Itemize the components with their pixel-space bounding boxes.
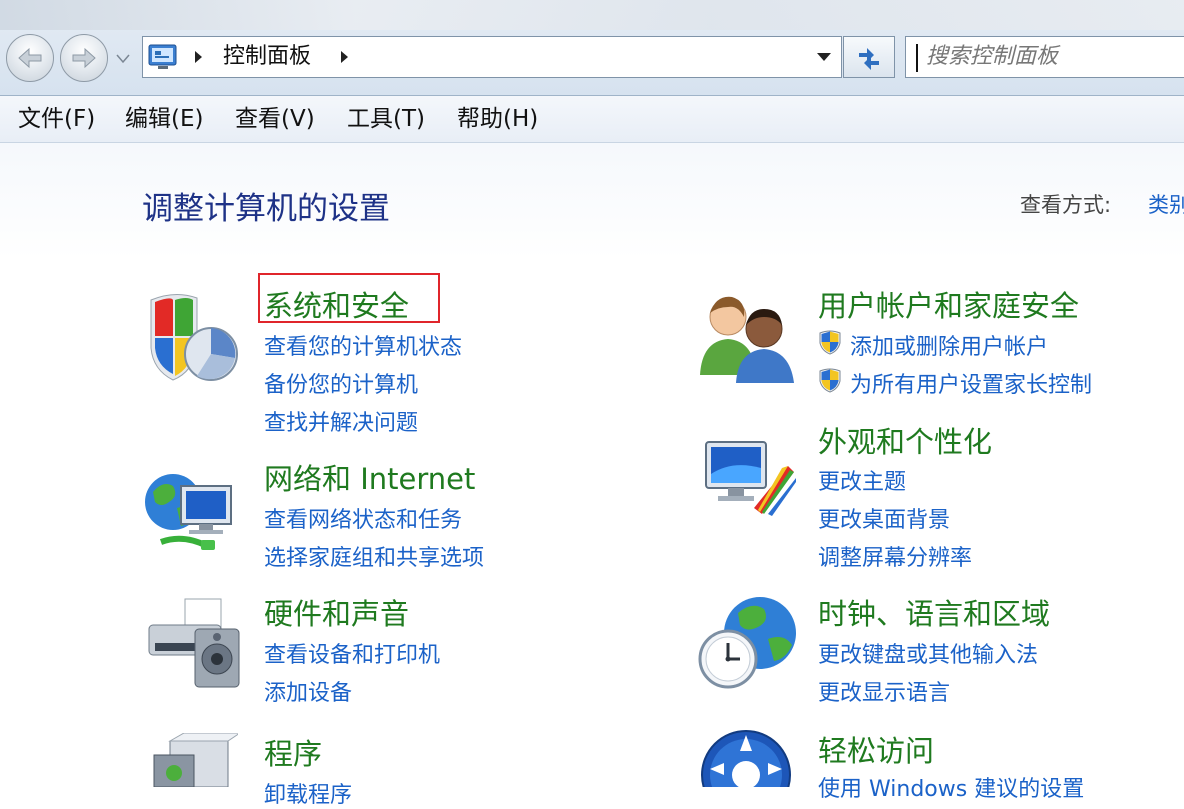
link-change-display-language[interactable]: 更改显示语言	[818, 675, 950, 707]
uac-shield-icon	[819, 330, 841, 355]
users-icon[interactable]	[698, 291, 798, 383]
link-homegroup-sharing[interactable]: 选择家庭组和共享选项	[264, 540, 484, 572]
address-history-dropdown-icon[interactable]	[817, 53, 831, 61]
ease-of-access-icon[interactable]	[700, 729, 792, 787]
link-add-device[interactable]: 添加设备	[264, 675, 352, 707]
breadcrumb-separator-icon[interactable]	[195, 51, 202, 63]
link-adjust-resolution[interactable]: 调整屏幕分辨率	[818, 540, 972, 572]
back-button[interactable]	[6, 34, 54, 82]
link-devices-printers[interactable]: 查看设备和打印机	[264, 637, 440, 669]
menu-tools[interactable]: 工具(T)	[347, 104, 425, 134]
control-panel-icon	[148, 44, 177, 69]
clock-globe-icon[interactable]	[698, 593, 798, 693]
link-parental-controls[interactable]: 为所有用户设置家长控制	[850, 367, 1092, 399]
category-programs[interactable]: 程序	[264, 731, 322, 773]
refresh-button[interactable]	[843, 36, 895, 78]
menu-bar: 文件(F) 编辑(E) 查看(V) 工具(T) 帮助(H)	[0, 96, 1184, 143]
forward-arrow-icon	[72, 47, 96, 69]
network-globe-icon[interactable]	[143, 468, 243, 560]
address-bar[interactable]: 控制面板	[142, 36, 842, 78]
link-view-computer-status[interactable]: 查看您的计算机状态	[264, 329, 462, 361]
address-toolbar: 控制面板 搜索控制面板	[0, 0, 1184, 96]
forward-button[interactable]	[60, 34, 108, 82]
text-cursor	[916, 44, 918, 72]
shield-icon[interactable]	[145, 288, 241, 384]
menu-file[interactable]: 文件(F)	[18, 104, 95, 134]
menu-help[interactable]: 帮助(H)	[457, 104, 538, 134]
window-title-strip	[0, 0, 1184, 30]
monitor-palette-icon[interactable]	[702, 438, 798, 518]
link-add-remove-user[interactable]: 添加或删除用户帐户	[850, 329, 1048, 361]
link-change-desktop-background[interactable]: 更改桌面背景	[818, 502, 950, 534]
refresh-icon	[859, 48, 879, 70]
category-system-security[interactable]: 系统和安全	[264, 283, 409, 325]
link-find-fix-problems[interactable]: 查找并解决问题	[264, 405, 418, 437]
link-uninstall-program[interactable]: 卸载程序	[264, 777, 352, 809]
category-hardware-sound[interactable]: 硬件和声音	[264, 591, 409, 633]
menu-edit[interactable]: 编辑(E)	[125, 104, 203, 134]
category-clock-language-region[interactable]: 时钟、语言和区域	[818, 591, 1050, 633]
page-title: 调整计算机的设置	[142, 191, 390, 227]
programs-box-icon[interactable]	[150, 733, 238, 787]
link-change-theme[interactable]: 更改主题	[818, 464, 906, 496]
recent-pages-dropdown-icon[interactable]	[115, 52, 131, 64]
view-by-dropdown[interactable]: 类别	[1148, 189, 1184, 219]
search-input[interactable]: 搜索控制面板	[926, 42, 1058, 72]
link-change-keyboard-input[interactable]: 更改键盘或其他输入法	[818, 637, 1038, 669]
search-box[interactable]: 搜索控制面板	[905, 36, 1184, 78]
menu-view[interactable]: 查看(V)	[235, 104, 315, 134]
link-backup-computer[interactable]: 备份您的计算机	[264, 367, 418, 399]
view-by-label: 查看方式:	[1020, 193, 1112, 217]
control-panel-content: 调整计算机的设置 查看方式: 类别 系统和安全 查看您的计算机状态 备份您的计算…	[0, 143, 1184, 808]
category-user-accounts[interactable]: 用户帐户和家庭安全	[818, 283, 1079, 325]
back-arrow-icon	[18, 47, 42, 69]
breadcrumb-separator-icon[interactable]	[341, 51, 348, 63]
category-ease-of-access[interactable]: 轻松访问	[818, 728, 934, 770]
category-appearance[interactable]: 外观和个性化	[818, 419, 992, 461]
uac-shield-icon	[819, 368, 841, 393]
breadcrumb-control-panel[interactable]: 控制面板	[223, 42, 311, 72]
category-network-internet[interactable]: 网络和 Internet	[264, 456, 475, 498]
link-network-status-tasks[interactable]: 查看网络状态和任务	[264, 502, 462, 534]
link-windows-recommended-settings[interactable]: 使用 Windows 建议的设置	[818, 771, 1084, 803]
printer-speaker-icon[interactable]	[145, 595, 243, 691]
